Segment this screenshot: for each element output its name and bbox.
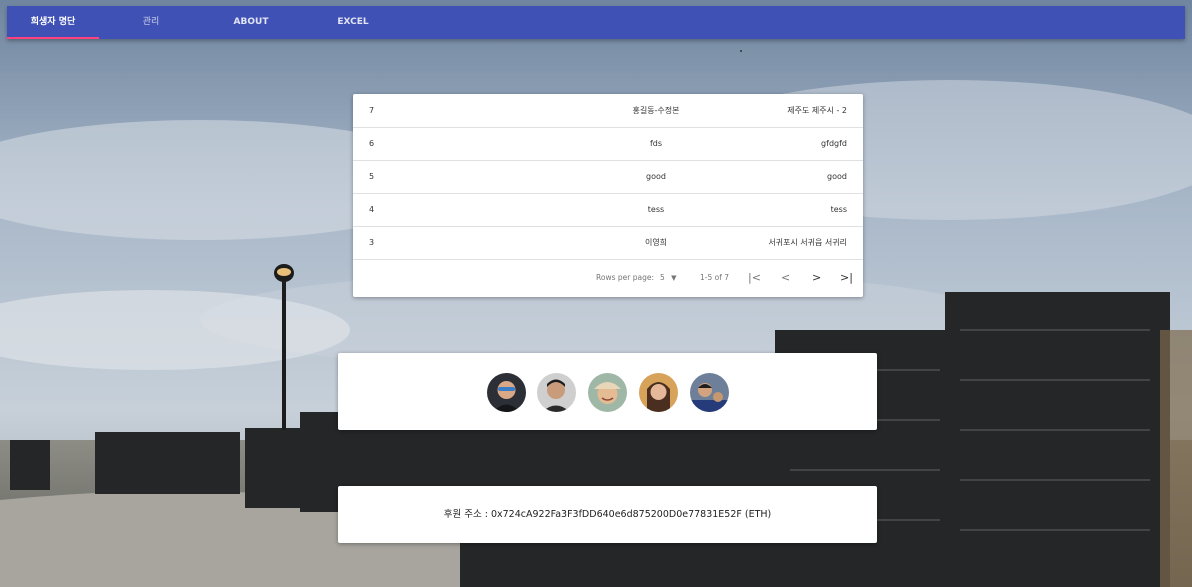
chevron-right-icon[interactable]: > xyxy=(812,259,821,297)
avatar[interactable] xyxy=(487,373,526,412)
tab-manage-label: 관리 xyxy=(142,17,160,27)
table-row[interactable]: 3 이영희 서귀포시 서귀읍 서귀리 xyxy=(353,226,863,260)
cell-address: 제주도 제주시 - 2 xyxy=(787,106,847,115)
cell-id: 5 xyxy=(369,172,375,181)
last-page-icon[interactable]: >| xyxy=(840,259,853,297)
tab-about-label: ABOUT xyxy=(233,17,269,27)
tab-active-indicator xyxy=(7,37,99,39)
avatar-3-image xyxy=(588,373,627,412)
avatar-4-image xyxy=(639,373,678,412)
cell-id: 7 xyxy=(369,106,375,115)
tab-excel-label: EXCEL xyxy=(337,17,369,27)
avatar[interactable] xyxy=(690,373,729,412)
first-page-icon[interactable]: |< xyxy=(748,259,761,297)
top-nav-bar: 희생자 명단 관리 ABOUT EXCEL xyxy=(7,6,1185,39)
cell-id: 4 xyxy=(369,205,375,214)
rows-per-page-label: Rows per page: xyxy=(596,273,654,282)
table-row[interactable]: 4 tess tess xyxy=(353,193,863,227)
cell-name: tess xyxy=(647,205,665,214)
dropdown-arrow-icon: ▼ xyxy=(671,274,677,282)
chevron-left-icon[interactable]: < xyxy=(781,259,790,297)
cell-name: 이영희 xyxy=(644,238,668,247)
table-pagination: Rows per page: 5 ▼ 1-5 of 7 |< < > >| xyxy=(353,259,863,297)
rows-per-page-select[interactable]: 5 ▼ xyxy=(660,259,677,297)
cell-name: fds xyxy=(649,139,663,148)
team-avatar-card xyxy=(338,353,877,430)
table-row[interactable]: 6 fds gfdgfd xyxy=(353,127,863,161)
tab-about[interactable]: ABOUT xyxy=(207,6,295,39)
tab-victim-list[interactable]: 희생자 명단 xyxy=(7,6,99,39)
donation-card: 후원 주소 : 0x724cA922Fa3F3fDD640e6d875200D0… xyxy=(338,486,877,543)
tab-manage[interactable]: 관리 xyxy=(109,6,193,39)
avatar[interactable] xyxy=(588,373,627,412)
cell-address: gfdgfd xyxy=(821,139,847,148)
stray-dot xyxy=(740,50,742,52)
avatar-2-image xyxy=(537,373,576,412)
avatar[interactable] xyxy=(639,373,678,412)
rows-per-page-value: 5 xyxy=(660,273,665,282)
table-row[interactable]: 7 홍길동-수정본 제주도 제주시 - 2 xyxy=(353,94,863,128)
cell-name: good xyxy=(646,172,666,181)
victim-table-card: 7 홍길동-수정본 제주도 제주시 - 2 6 fds gfdgfd 5 goo… xyxy=(353,94,863,297)
avatar[interactable] xyxy=(537,373,576,412)
cell-id: 3 xyxy=(369,238,375,247)
cell-address: tess xyxy=(830,205,847,214)
avatar-5-image xyxy=(690,373,729,412)
pagination-range: 1-5 of 7 xyxy=(700,273,730,282)
tab-excel[interactable]: EXCEL xyxy=(307,6,399,39)
tab-victim-list-label: 희생자 명단 xyxy=(30,17,76,27)
cell-id: 6 xyxy=(369,139,375,148)
cell-address: 서귀포시 서귀읍 서귀리 xyxy=(768,238,847,247)
avatar-1-image xyxy=(487,373,526,412)
cell-address: good xyxy=(827,172,847,181)
donation-address: 후원 주소 : 0x724cA922Fa3F3fDD640e6d875200D0… xyxy=(443,509,772,520)
cell-name: 홍길동-수정본 xyxy=(632,106,680,115)
table-row[interactable]: 5 good good xyxy=(353,160,863,194)
